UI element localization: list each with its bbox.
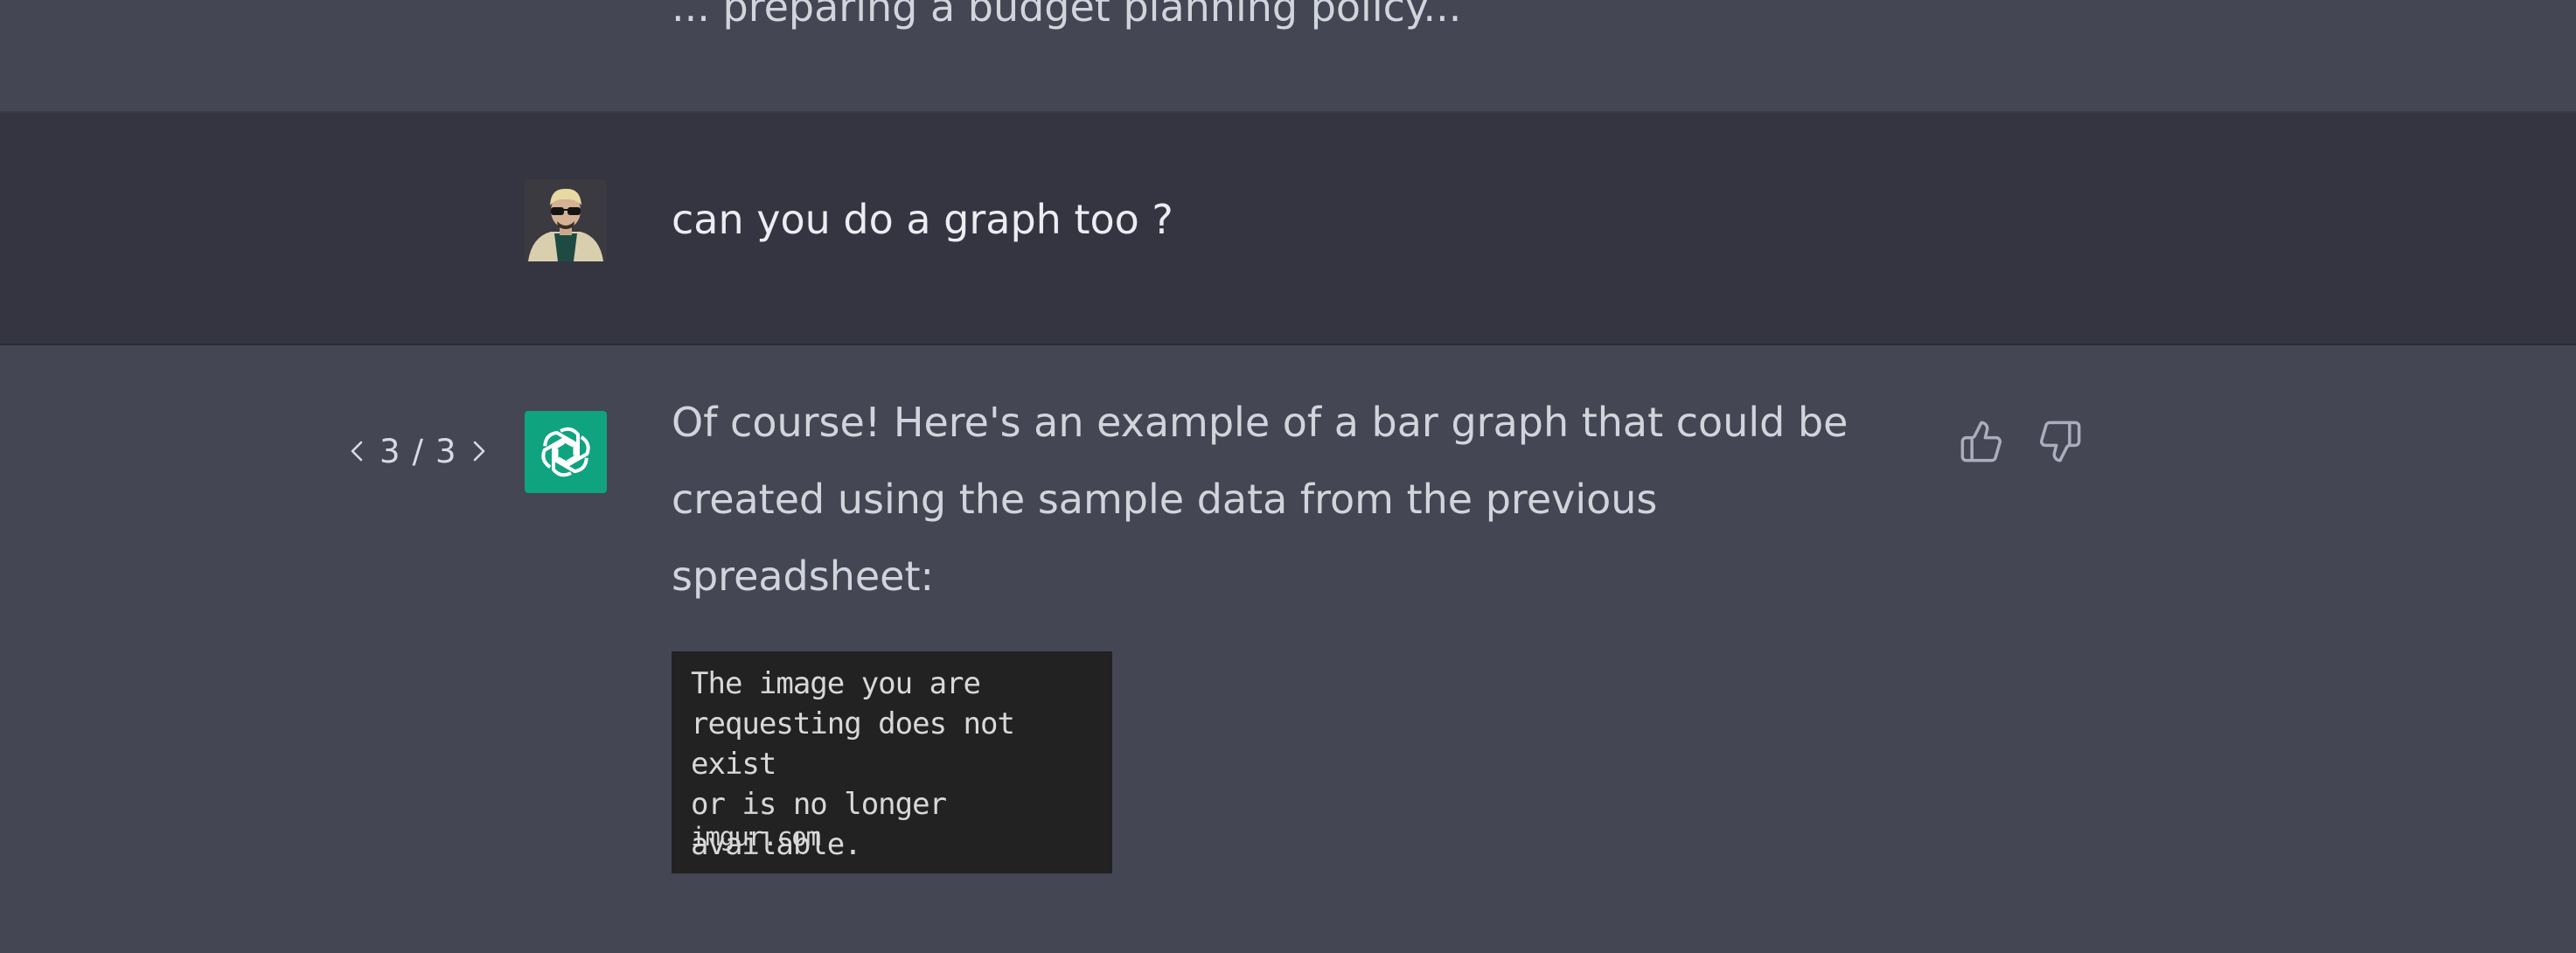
- broken-image-placeholder[interactable]: The image you are requesting does not ex…: [672, 651, 1112, 873]
- thumbs-down-icon[interactable]: [2037, 419, 2083, 464]
- pager-separator: /: [412, 432, 424, 470]
- user-message-text: can you do a graph too ?: [672, 196, 1173, 243]
- thumbs-up-icon[interactable]: [1959, 419, 2004, 464]
- chat-transcript: ... preparing a budget planning policy..…: [0, 0, 2576, 953]
- previous-assistant-message: ... preparing a budget planning policy..…: [0, 0, 2576, 111]
- assistant-message-row: 3 / 3 Of course! Here's an example of a …: [0, 345, 2576, 953]
- pager-current: 3: [379, 432, 400, 470]
- assistant-message-text: Of course! Here's an example of a bar gr…: [672, 399, 1848, 600]
- chevron-right-icon[interactable]: [469, 436, 490, 466]
- response-pager: 3 / 3: [346, 429, 490, 473]
- user-avatar: [525, 179, 607, 261]
- user-message-row: can you do a graph too ?: [0, 111, 2576, 345]
- openai-logo-icon: [525, 411, 607, 493]
- pager-total: 3: [435, 432, 456, 470]
- chevron-left-icon[interactable]: [346, 436, 367, 466]
- feedback-buttons: [1959, 419, 2083, 464]
- image-host-label: imgur.com: [691, 822, 821, 852]
- previous-message-text: ... preparing a budget planning policy..…: [672, 0, 1462, 31]
